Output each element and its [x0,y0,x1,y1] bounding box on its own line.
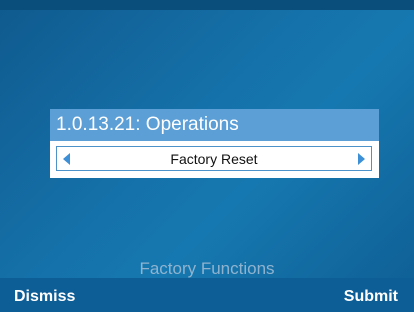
triangle-right-icon[interactable] [358,153,365,165]
dialog-header: 1.0.13.21: Operations [50,109,379,141]
operations-dialog: 1.0.13.21: Operations Factory Reset [50,109,379,178]
option-selector[interactable]: Factory Reset [56,146,372,171]
dialog-title: 1.0.13.21: Operations [56,114,239,135]
submit-button[interactable]: Submit [344,288,398,306]
dismiss-button[interactable]: Dismiss [14,288,75,306]
softkey-bar: Dismiss Submit [0,278,414,312]
selected-option: Factory Reset [170,151,258,167]
top-bar [0,0,414,10]
screen-title: Factory Functions [139,259,275,278]
